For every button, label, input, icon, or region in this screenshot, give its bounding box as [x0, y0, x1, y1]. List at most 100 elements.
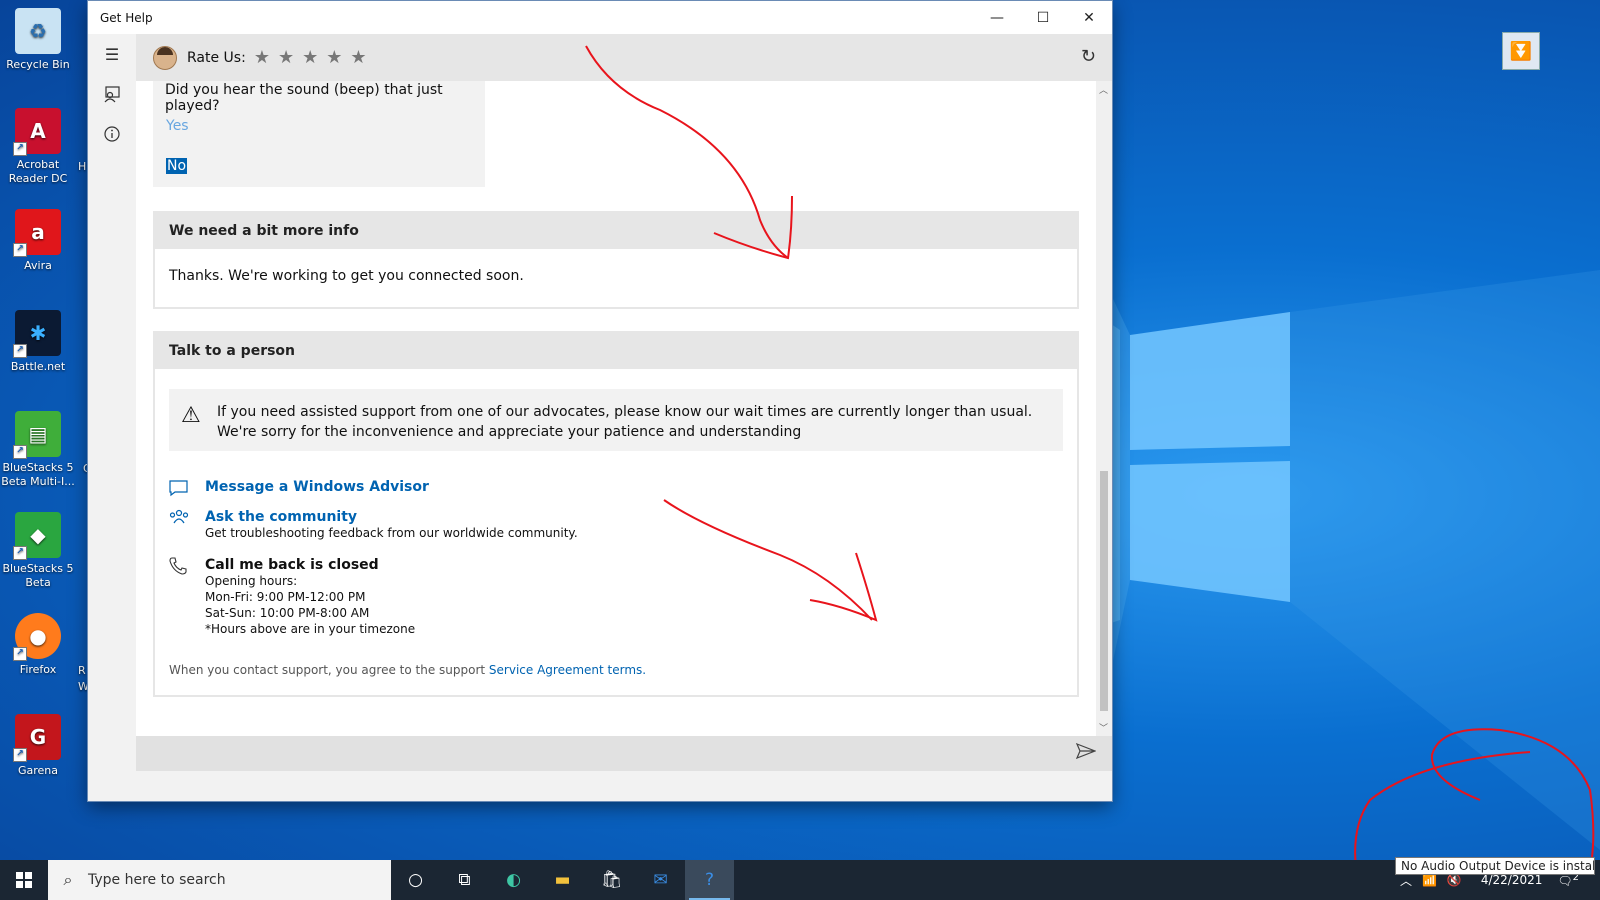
hamburger-menu-icon[interactable]: ☰	[88, 34, 136, 74]
task-view-icon[interactable]: ⧉	[440, 860, 489, 900]
talk-to-person-card: Talk to a person ⚠ If you need assisted …	[153, 331, 1079, 697]
community-icon	[169, 509, 205, 541]
scrollbar-thumb[interactable]	[1100, 471, 1108, 711]
get-help-window: Get Help — ☐ ✕ ☰ Rate Us: ★ ★ ★ ★ ★ ↻ Di…	[88, 1, 1112, 801]
speaker-muted-icon[interactable]: 🔇	[1447, 873, 1462, 887]
terms-notice: When you contact support, you agree to t…	[169, 663, 646, 677]
garena-icon: G ↗	[13, 714, 61, 762]
desktop-icon-label: Battle.net	[10, 360, 66, 373]
avatar	[153, 45, 177, 70]
message-advisor-option[interactable]: Message a Windows Advisor	[169, 479, 429, 502]
taskbar-search[interactable]: ⌕ Type here to search	[48, 860, 391, 900]
window-title: Get Help	[100, 10, 153, 25]
info-icon[interactable]	[88, 114, 136, 154]
refresh-icon[interactable]: ↻	[1081, 46, 1096, 67]
rating-stars: ★ ★ ★ ★ ★	[254, 47, 367, 68]
desktop-icon-avira[interactable]: a ↗ Avira	[0, 201, 76, 273]
vertical-scrollbar[interactable]: ︿ ﹀	[1096, 81, 1112, 736]
bluestacks-multi-icon: ▤ ↗	[13, 411, 61, 459]
desktop-icon-bluestacks[interactable]: ◆ ↗ BlueStacks 5 Beta	[0, 504, 76, 590]
timezone-note: *Hours above are in your timezone	[205, 622, 416, 636]
edge-icon[interactable]: ◐	[489, 860, 538, 900]
ask-community-description: Get troubleshooting feedback from our wo…	[205, 526, 578, 540]
call-back-title: Call me back is closed	[205, 557, 379, 573]
desktop-icon-label: Acrobat Reader DC	[8, 158, 68, 185]
get-help-taskbar-icon[interactable]: ?	[685, 860, 734, 900]
recycle-bin-icon: ♻	[15, 8, 61, 54]
search-placeholder: Type here to search	[88, 872, 226, 888]
call-back-option: Call me back is closed Opening hours: Mo…	[169, 557, 415, 637]
info-card-body: Thanks. We're working to get you connect…	[169, 268, 524, 284]
send-icon[interactable]	[1075, 742, 1097, 764]
question-bubble: Did you hear the sound (beep) that just …	[153, 81, 485, 187]
weekday-hours: Mon-Fri: 9:00 PM-12:00 PM	[205, 590, 366, 604]
info-card: We need a bit more info Thanks. We're wo…	[153, 211, 1079, 309]
service-agreement-link[interactable]: Service Agreement terms.	[489, 663, 646, 677]
network-icon[interactable]: 📶	[1422, 873, 1437, 887]
file-explorer-icon[interactable]: ▬	[538, 860, 587, 900]
cortana-icon[interactable]: ○	[391, 860, 440, 900]
star-1-icon[interactable]: ★	[254, 47, 270, 68]
answer-no-button[interactable]: No	[166, 158, 188, 174]
store-icon[interactable]: 🛍	[587, 860, 636, 900]
scroll-up-icon[interactable]: ︿	[1099, 83, 1108, 96]
message-input[interactable]	[136, 736, 1112, 771]
desktop-icon-label: Avira	[24, 259, 52, 272]
star-3-icon[interactable]: ★	[302, 47, 318, 68]
chat-bubble-icon	[169, 479, 205, 502]
partial-desktop-label: R	[78, 664, 86, 677]
mail-icon[interactable]: ✉	[636, 860, 685, 900]
clock-date[interactable]: 4/22/2021	[1481, 873, 1543, 887]
desktop-icon-label: BlueStacks 5 Beta Multi-I...	[1, 461, 75, 488]
desktop-icon-firefox[interactable]: ● ↗ Firefox	[0, 605, 76, 677]
partial-desktop-label: H	[78, 160, 87, 173]
battlenet-icon: ✱ ↗	[13, 310, 61, 358]
desktop-icon-label: Firefox	[19, 663, 57, 676]
audio-tooltip: No Audio Output Device is installed.	[1395, 857, 1595, 875]
warning-icon: ⚠	[181, 403, 201, 428]
ask-community-option[interactable]: Ask the community Get troubleshooting fe…	[169, 509, 578, 541]
question-text: Did you hear the sound (beep) that just …	[165, 82, 443, 114]
desktop-icon-battlenet[interactable]: ✱ ↗ Battle.net	[0, 302, 76, 374]
desktop-icon-bluestacks-multi[interactable]: ▤ ↗ BlueStacks 5 Beta Multi-I...	[0, 403, 76, 489]
desktop-icon-label: Recycle Bin	[6, 58, 70, 71]
desktop-icon-label: BlueStacks 5 Beta	[2, 562, 74, 589]
phone-icon	[169, 557, 205, 637]
contact-support-icon[interactable]	[88, 74, 136, 114]
terms-text: When you contact support, you agree to t…	[169, 663, 489, 677]
desktop-icon-recycle-bin[interactable]: ♻ Recycle Bin	[0, 0, 76, 72]
weekend-hours: Sat-Sun: 10:00 PM-8:00 AM	[205, 606, 370, 620]
rating-bar: Rate Us: ★ ★ ★ ★ ★ ↻	[136, 34, 1112, 81]
close-button[interactable]: ✕	[1066, 1, 1112, 34]
maximize-button[interactable]: ☐	[1020, 1, 1066, 34]
star-5-icon[interactable]: ★	[350, 47, 366, 68]
message-advisor-link[interactable]: Message a Windows Advisor	[205, 479, 429, 502]
desktop-icon-label: Garena	[17, 764, 59, 777]
answer-yes-button[interactable]: Yes	[166, 118, 189, 134]
download-manager-icon[interactable]: ⏬	[1502, 32, 1540, 70]
info-card-title: We need a bit more info	[155, 213, 1077, 249]
left-nav: ☰	[88, 34, 136, 801]
desktop-icon-acrobat[interactable]: A ↗ Acrobat Reader DC	[0, 100, 76, 186]
avira-icon: a ↗	[13, 209, 61, 257]
acrobat-icon: A ↗	[13, 108, 61, 156]
title-bar: Get Help — ☐ ✕	[88, 1, 1112, 34]
star-2-icon[interactable]: ★	[278, 47, 294, 68]
start-button[interactable]	[0, 860, 48, 900]
opening-hours-label: Opening hours:	[205, 574, 298, 588]
desktop-icon-garena[interactable]: G ↗ Garena	[0, 706, 76, 778]
scroll-down-icon[interactable]: ﹀	[1099, 721, 1108, 734]
talk-to-person-title: Talk to a person	[155, 333, 1077, 369]
bluestacks-icon: ◆ ↗	[13, 512, 61, 560]
warning-text: If you need assisted support from one of…	[217, 404, 1033, 440]
firefox-icon: ● ↗	[13, 613, 61, 661]
taskbar: ⌕ Type here to search ○ ⧉ ◐ ▬ 🛍 ✉ ? ︿ 📶 …	[0, 860, 1600, 900]
ask-community-link[interactable]: Ask the community	[205, 509, 578, 525]
search-icon: ⌕	[63, 870, 73, 889]
rate-us-label: Rate Us:	[187, 49, 246, 66]
star-4-icon[interactable]: ★	[326, 47, 342, 68]
input-footer	[136, 771, 1112, 801]
wait-time-warning: ⚠ If you need assisted support from one …	[169, 389, 1063, 451]
desktop-wallpaper-logo	[1090, 250, 1600, 850]
minimize-button[interactable]: —	[974, 1, 1020, 34]
